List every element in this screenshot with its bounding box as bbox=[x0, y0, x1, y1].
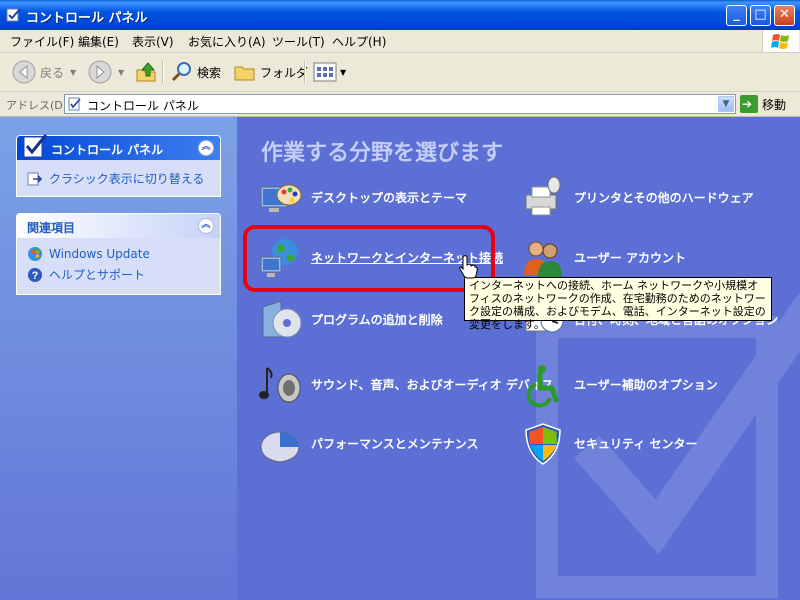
menu-tools[interactable]: ツール(T) bbox=[272, 33, 325, 50]
task-pane: コントロール パネル ︽ クラシック表示に切り替える 関連項目 ︽ Window… bbox=[0, 117, 237, 600]
control-panel-window: コントロール パネル _ □ ✕ ファイル(F) 編集(E) 表示(V) お気に… bbox=[0, 0, 800, 600]
category-label: プリンタとその他のハードウェア bbox=[574, 190, 754, 205]
category-accessibility[interactable]: ユーザー補助のオプション bbox=[520, 362, 718, 408]
help-support-label: ヘルプとサポート bbox=[49, 268, 146, 282]
back-dropdown-icon[interactable]: ▼ bbox=[70, 68, 76, 77]
search-button[interactable]: 検索 bbox=[170, 59, 221, 85]
desktop-themes-icon bbox=[260, 184, 302, 212]
collapse-chevron-icon[interactable]: ︽ bbox=[198, 218, 214, 234]
folders-button[interactable]: フォルダ bbox=[233, 59, 308, 85]
control-panel-app-icon bbox=[6, 8, 21, 22]
search-label: 検索 bbox=[197, 65, 222, 80]
hand-cursor-icon bbox=[459, 255, 478, 279]
go-label: 移動 bbox=[762, 97, 787, 112]
svg-text:?: ? bbox=[32, 270, 39, 282]
go-button[interactable]: 移動 bbox=[740, 95, 786, 113]
category-sound-audio[interactable]: サウンド、音声、およびオーディオ デバイス bbox=[257, 362, 554, 408]
address-value: コントロール パネル bbox=[87, 99, 199, 113]
sound-audio-icon bbox=[259, 367, 301, 403]
control-panel-task-title: コントロール パネル bbox=[51, 143, 164, 157]
folder-icon bbox=[234, 66, 255, 81]
toolbar: 戻る ▼ ▼ 検索 フォルダ ▼ bbox=[0, 53, 800, 92]
accessibility-icon bbox=[526, 365, 559, 408]
related-topics-title: 関連項目 bbox=[27, 221, 76, 235]
windows-update-icon bbox=[28, 247, 42, 261]
search-icon bbox=[171, 62, 191, 82]
go-arrow-icon bbox=[740, 95, 758, 113]
add-remove-programs-icon bbox=[262, 300, 302, 338]
category-printers-hardware[interactable]: プリンタとその他のハードウェア bbox=[520, 175, 754, 221]
category-label: パフォーマンスとメンテナンス bbox=[311, 436, 479, 451]
forward-dropdown-icon[interactable]: ▼ bbox=[118, 68, 124, 77]
title-bar[interactable]: コントロール パネル _ □ ✕ bbox=[0, 0, 800, 30]
windows-update-label: Windows Update bbox=[49, 247, 150, 261]
folders-label: フォルダ bbox=[260, 65, 309, 80]
related-topics-header[interactable]: 関連項目 ︽ bbox=[17, 214, 220, 238]
category-label: ユーザー アカウント bbox=[574, 250, 686, 265]
menu-view[interactable]: 表示(V) bbox=[132, 33, 174, 50]
help-icon: ? bbox=[28, 267, 42, 282]
minimize-button[interactable]: _ bbox=[726, 5, 747, 26]
switch-classic-view-label: クラシック表示に切り替える bbox=[49, 172, 205, 186]
maximize-button[interactable]: □ bbox=[750, 5, 771, 26]
security-center-icon bbox=[525, 423, 561, 465]
category-user-accounts[interactable]: ユーザー アカウント bbox=[520, 235, 686, 281]
menu-favorites[interactable]: お気に入り(A) bbox=[188, 33, 266, 50]
views-dropdown-icon: ▼ bbox=[340, 67, 347, 77]
window-title: コントロール パネル bbox=[26, 11, 148, 26]
back-button[interactable]: 戻る ▼ bbox=[12, 59, 76, 85]
related-topics-box: 関連項目 ︽ Windows Update ? ヘルプとサポート bbox=[16, 213, 221, 295]
category-label: デスクトップの表示とテーマ bbox=[311, 190, 468, 205]
category-label: サウンド、音声、およびオーディオ デバイス bbox=[311, 377, 554, 392]
control-panel-task-box: コントロール パネル ︽ クラシック表示に切り替える bbox=[16, 134, 221, 197]
menu-bar: ファイル(F) 編集(E) 表示(V) お気に入り(A) ツール(T) ヘルプ(… bbox=[0, 30, 800, 53]
back-label: 戻る bbox=[40, 65, 65, 80]
category-security-center[interactable]: セキュリティ センター bbox=[520, 421, 697, 467]
address-dropdown-icon[interactable]: ▼ bbox=[718, 96, 734, 112]
address-label: アドレス(D) bbox=[6, 99, 68, 112]
collapse-chevron-icon[interactable]: ︽ bbox=[198, 140, 214, 156]
category-label: ユーザー補助のオプション bbox=[574, 377, 718, 392]
up-folder-icon bbox=[136, 62, 156, 82]
page-title: 作業する分野を選びます bbox=[261, 141, 504, 166]
views-grid-icon bbox=[313, 62, 337, 82]
control-panel-task-header[interactable]: コントロール パネル ︽ bbox=[17, 134, 220, 160]
classic-view-icon bbox=[27, 172, 43, 185]
performance-maintenance-icon bbox=[260, 431, 300, 463]
address-field[interactable]: コントロール パネル ▼ bbox=[64, 94, 736, 114]
control-panel-large-icon bbox=[23, 134, 48, 158]
network-tooltip: インターネットへの接続、ホーム ネットワークや小規模オフィスのネットワークの作成… bbox=[464, 277, 772, 331]
switch-classic-view-link[interactable]: クラシック表示に切り替える bbox=[27, 170, 204, 187]
up-folder-button[interactable] bbox=[134, 59, 158, 85]
help-support-link[interactable]: ? ヘルプとサポート bbox=[27, 266, 145, 283]
back-arrow-icon bbox=[12, 60, 36, 84]
menu-edit[interactable]: 編集(E) bbox=[78, 33, 119, 50]
category-add-remove-programs[interactable]: プログラムの追加と削除 bbox=[257, 297, 443, 343]
address-bar: アドレス(D) コントロール パネル ▼ 移動 bbox=[0, 92, 800, 117]
user-accounts-icon bbox=[524, 241, 562, 277]
windows-update-link[interactable]: Windows Update bbox=[27, 246, 150, 262]
close-button[interactable]: ✕ bbox=[774, 5, 795, 26]
forward-button[interactable]: ▼ bbox=[88, 59, 124, 85]
category-performance-maintenance[interactable]: パフォーマンスとメンテナンス bbox=[257, 421, 479, 467]
menu-help[interactable]: ヘルプ(H) bbox=[332, 33, 386, 50]
category-desktop-themes[interactable]: デスクトップの表示とテーマ bbox=[257, 175, 467, 221]
forward-arrow-icon bbox=[88, 60, 112, 84]
category-label: セキュリティ センター bbox=[574, 436, 698, 451]
menu-file[interactable]: ファイル(F) bbox=[10, 33, 74, 50]
printer-hardware-icon bbox=[525, 176, 561, 216]
category-view: 作業する分野を選びます デスクトップの表示とテーマ プリンタとその他のハードウェ… bbox=[237, 117, 800, 600]
control-panel-small-icon bbox=[68, 97, 81, 111]
windows-logo-icon bbox=[762, 30, 799, 52]
views-button[interactable]: ▼ bbox=[312, 59, 346, 85]
category-label: プログラムの追加と削除 bbox=[311, 312, 443, 327]
